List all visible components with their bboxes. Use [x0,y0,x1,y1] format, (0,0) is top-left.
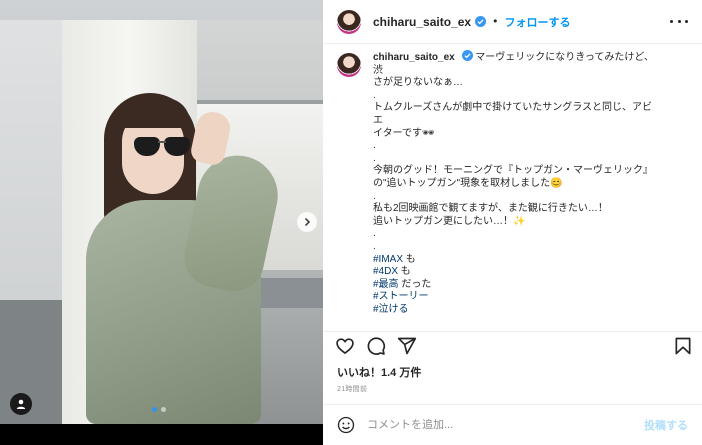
caption-line: . [373,152,376,164]
share-button[interactable] [397,336,417,356]
comment-bar: 投稿する [323,404,702,445]
caption-line: 今朝のグッド！モーニングで『トップガン・マーヴェリック』 [373,165,653,177]
bookmark-icon [675,337,691,355]
caption-line: . [373,240,376,252]
hashtag-link[interactable]: #泣ける [373,304,409,315]
caption-avatar[interactable] [337,53,361,77]
verified-badge-icon [461,50,473,61]
caption-line: の"追いトップガン"現象を取材しました😊 [373,177,563,189]
save-button[interactable] [673,336,693,356]
header-separator: • [492,15,499,28]
carousel-dot-active [152,407,157,412]
next-arrow-icon [304,217,311,227]
user-tag-icon [16,399,26,409]
post-photo[interactable] [0,0,323,424]
caption: chiharu_saito_ex マーヴェリックになりきってみたけど、渋 さが足… [337,50,688,316]
post-comment-button[interactable]: 投稿する [644,417,688,433]
heart-icon [336,338,354,355]
hashtag-link[interactable]: #4DX [373,266,398,277]
caption-line: . [373,89,376,101]
caption-body: chiharu_saito_ex マーヴェリックになりきってみたけど、渋 さが足… [373,50,658,316]
hashtag-link[interactable]: #最高 [373,279,399,290]
post-timestamp[interactable]: 21時間前 [337,384,367,394]
hashtag-link[interactable]: #IMAX [373,254,403,265]
sunglasses-bridge [158,141,166,143]
share-icon [397,337,417,355]
user-tags-button[interactable] [10,393,32,415]
caption-line: さが足りないなぁ… [373,77,463,89]
caption-line: イターです🕶 [373,127,435,139]
avatar[interactable] [337,9,361,34]
hashtag-line: #泣ける [373,304,658,317]
follow-button[interactable]: フォローする [505,14,571,30]
comment-input[interactable] [367,419,644,431]
carousel-dots [152,407,166,412]
caption-line: 私も2回映画館で観てますが、また観に行きたい…！ [373,203,608,215]
more-options-icon[interactable] [670,14,688,28]
caption-line: . [373,228,376,240]
verified-badge-icon [475,16,487,27]
caption-line: 追いトップガン更にしたい…！✨ [373,215,526,227]
comment-icon [367,337,386,355]
hashtag-line: #最高 だった [373,278,432,290]
person-bangs [114,98,190,128]
action-bar [323,331,702,357]
caption-line: トムクルーズさんが劇中で掛けていたサングラスと同じ、アビエ [373,102,652,126]
caption-area: chiharu_saito_ex マーヴェリックになりきってみたけど、渋 さが足… [323,50,702,328]
caption-line: . [373,190,376,202]
hashtag-line: #IMAX も [373,253,416,265]
caption-username[interactable]: chiharu_saito_ex [373,52,455,63]
hashtag-line: #ストーリー [373,291,658,304]
hashtag-line: #4DX も [373,266,411,278]
post-media[interactable] [0,0,323,445]
like-count[interactable]: いいね！1.4 万件 [337,364,421,380]
emoji-icon[interactable] [337,416,355,434]
caption-line: chiharu_saito_ex マーヴェリックになりきってみたけど、渋 [373,50,658,77]
carousel-dot [161,407,166,412]
like-button[interactable] [335,336,355,356]
next-image-button[interactable] [297,212,317,232]
hashtag-link[interactable]: #ストーリー [373,291,429,302]
post-sidebar: chiharu_saito_ex • フォローする chiharu_saito_… [323,0,702,445]
header-username[interactable]: chiharu_saito_ex [373,15,471,29]
caption-line: . [373,140,376,152]
comment-button[interactable] [366,336,386,356]
post-header: chiharu_saito_ex • フォローする [323,0,702,44]
